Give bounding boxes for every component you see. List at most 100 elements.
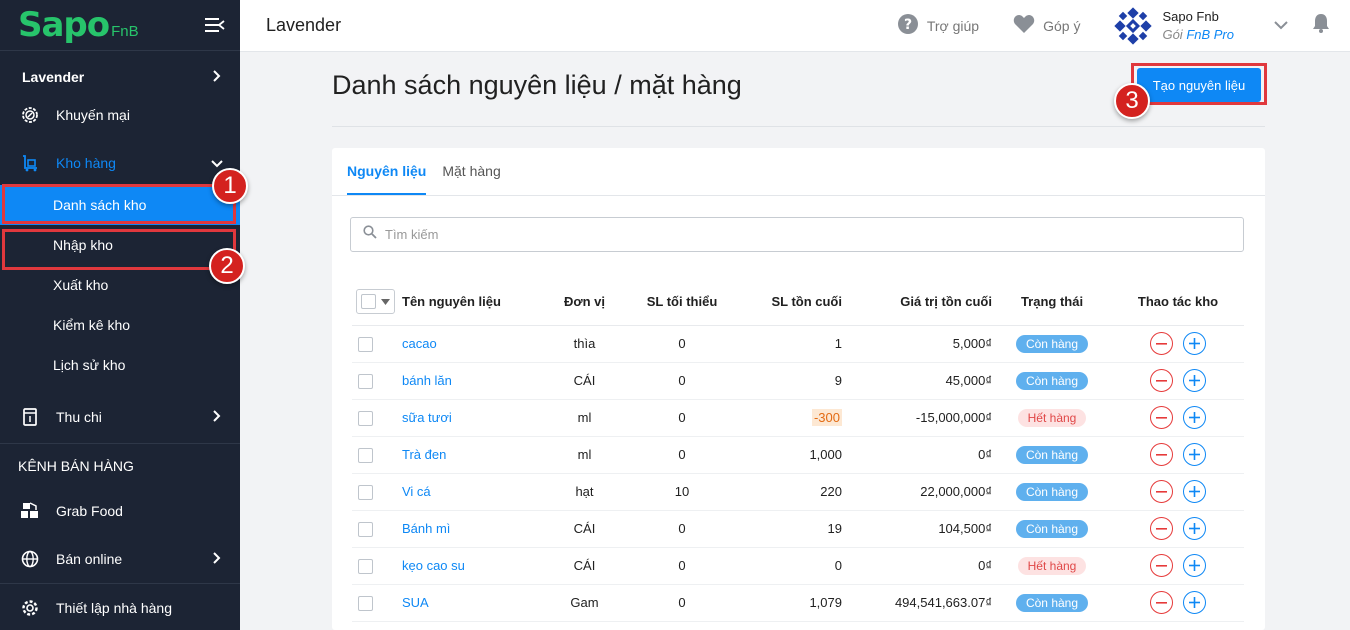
sidebar-item-label: Grab Food xyxy=(56,503,123,519)
feedback-link[interactable]: Góp ý xyxy=(1013,14,1080,37)
status-cell: Còn hàng xyxy=(992,510,1112,548)
row-checkbox[interactable] xyxy=(358,595,373,611)
select-all-checkbox[interactable] xyxy=(361,294,376,310)
column-header-end-value[interactable]: Giá trị tồn cuối xyxy=(842,279,992,326)
end-stock-value: 1,000 xyxy=(809,447,842,462)
ingredient-panel: Nguyên liệu Mặt hàng Tên nguyên liệu Đơn… xyxy=(332,148,1265,630)
sidebar-item-label: Kho hàng xyxy=(56,155,116,171)
user-name: Sapo Fnb xyxy=(1162,9,1219,24)
status-badge: Còn hàng xyxy=(1015,371,1089,390)
min-qty-cell: 0 xyxy=(622,399,742,437)
row-checkbox[interactable] xyxy=(358,373,373,389)
ingredient-name-link[interactable]: SUA xyxy=(402,584,547,622)
sidebar-subitem-stocktake[interactable]: Kiểm kê kho xyxy=(0,305,240,345)
stock-in-plus-icon[interactable] xyxy=(1183,332,1206,355)
sidebar-item-online-sales[interactable]: Bán online xyxy=(0,535,240,583)
tab-items[interactable]: Mặt hàng xyxy=(442,148,500,195)
stock-out-minus-icon[interactable] xyxy=(1150,591,1173,614)
ingredient-name-link[interactable]: kẹo cao su xyxy=(402,547,547,585)
stock-out-minus-icon[interactable] xyxy=(1150,554,1173,577)
warehouse-icon xyxy=(20,153,40,173)
row-checkbox[interactable] xyxy=(358,447,373,463)
ingredient-name-link[interactable]: Trà đen xyxy=(402,436,547,474)
ingredient-name-link[interactable]: Vi cá xyxy=(402,473,547,511)
column-header-min-qty[interactable]: SL tối thiểu xyxy=(622,279,742,326)
sidebar-item-restaurant-settings[interactable]: Thiết lập nhà hàng xyxy=(0,584,240,630)
sidebar-subitem-stock-history[interactable]: Lịch sử kho xyxy=(0,345,240,385)
stock-actions-cell xyxy=(1112,584,1244,622)
stock-actions-cell xyxy=(1112,362,1244,400)
select-all-header xyxy=(352,279,402,326)
ingredient-name-link[interactable]: sữa tươi xyxy=(402,399,547,437)
status-cell: Còn hàng xyxy=(992,473,1112,511)
stock-in-plus-icon[interactable] xyxy=(1183,443,1206,466)
chevron-down-icon[interactable] xyxy=(1274,17,1288,35)
stock-out-minus-icon[interactable] xyxy=(1150,517,1173,540)
stock-out-minus-icon[interactable] xyxy=(1150,480,1173,503)
status-cell: Còn hàng xyxy=(992,436,1112,474)
stock-out-minus-icon[interactable] xyxy=(1150,332,1173,355)
end-value-cell: 104,500₫ xyxy=(842,510,992,548)
collapse-menu-icon[interactable] xyxy=(205,17,225,33)
stock-actions-cell xyxy=(1112,473,1244,511)
bell-icon[interactable] xyxy=(1312,13,1330,38)
highlight-create-button xyxy=(1131,63,1267,105)
globe-icon xyxy=(20,549,40,569)
column-header-status[interactable]: Trạng thái xyxy=(992,279,1112,326)
row-checkbox[interactable] xyxy=(358,521,373,537)
stock-actions-cell xyxy=(1112,510,1244,548)
end-value-cell: 0₫ xyxy=(842,547,992,585)
status-badge: Còn hàng xyxy=(1015,334,1089,353)
row-checkbox[interactable] xyxy=(358,410,373,426)
user-profile-menu[interactable]: Sapo Fnb Gói FnB Pro xyxy=(1114,6,1330,45)
end-stock-cell: 220 xyxy=(742,473,842,511)
end-stock-value: 0 xyxy=(834,558,842,573)
row-checkbox-cell xyxy=(352,584,402,622)
row-checkbox-cell xyxy=(352,473,402,511)
column-header-name[interactable]: Tên nguyên liệu xyxy=(402,279,547,326)
search-input[interactable] xyxy=(385,227,985,242)
stock-in-plus-icon[interactable] xyxy=(1183,406,1206,429)
feedback-label: Góp ý xyxy=(1043,17,1081,34)
stock-out-minus-icon[interactable] xyxy=(1150,369,1173,392)
select-all-dropdown[interactable] xyxy=(356,289,395,315)
stock-in-plus-icon[interactable] xyxy=(1183,554,1206,577)
end-value-cell: 0₫ xyxy=(842,436,992,474)
status-badge: Hết hàng xyxy=(1017,556,1087,575)
help-link[interactable]: ? Trợ giúp xyxy=(897,13,979,38)
column-header-end-stock[interactable]: SL tồn cuối xyxy=(742,279,842,326)
sidebar-item-grab-food[interactable]: Grab Food xyxy=(0,487,240,535)
stock-in-plus-icon[interactable] xyxy=(1183,517,1206,540)
page-title: Danh sách nguyên liệu / mặt hàng xyxy=(332,70,742,100)
sidebar-subitem-stock-out[interactable]: Xuất kho xyxy=(0,265,240,305)
stock-in-plus-icon[interactable] xyxy=(1183,480,1206,503)
row-checkbox[interactable] xyxy=(358,558,373,574)
ingredient-name-link[interactable]: Bánh mì xyxy=(402,510,547,548)
end-value-cell: 22,000,000₫ xyxy=(842,473,992,511)
stock-in-plus-icon[interactable] xyxy=(1183,369,1206,392)
status-cell: Còn hàng xyxy=(992,362,1112,400)
sidebar-item-cashbook[interactable]: Thu chi xyxy=(0,391,240,443)
sidebar-item-inventory[interactable]: Kho hàng xyxy=(0,139,240,187)
sidebar-item-promotions[interactable]: Khuyến mại xyxy=(0,91,240,139)
help-label: Trợ giúp xyxy=(926,17,980,34)
tab-bar: Nguyên liệu Mặt hàng xyxy=(332,148,1265,196)
end-stock-value: 9 xyxy=(834,373,842,388)
store-name-label: Lavender xyxy=(22,69,85,85)
unit-cell: CÁI xyxy=(547,362,622,400)
row-checkbox-cell xyxy=(352,547,402,585)
ingredient-name-link[interactable]: cacao xyxy=(402,325,547,363)
sapo-fnb-logo[interactable]: Sapo FnB xyxy=(18,5,139,45)
stock-out-minus-icon[interactable] xyxy=(1150,443,1173,466)
stock-actions-cell xyxy=(1112,325,1244,363)
row-checkbox[interactable] xyxy=(358,336,373,352)
column-header-unit[interactable]: Đơn vị xyxy=(547,279,622,326)
ingredient-name-link[interactable]: bánh lăn xyxy=(402,362,547,400)
row-checkbox[interactable] xyxy=(358,484,373,500)
tab-ingredients[interactable]: Nguyên liệu xyxy=(347,148,427,195)
stock-in-plus-icon[interactable] xyxy=(1183,591,1206,614)
end-stock-value: 1,079 xyxy=(809,595,842,610)
stock-out-minus-icon[interactable] xyxy=(1150,406,1173,429)
plan-prefix: Gói xyxy=(1162,27,1183,42)
sidebar-subitem-label: Xuất kho xyxy=(53,277,109,293)
